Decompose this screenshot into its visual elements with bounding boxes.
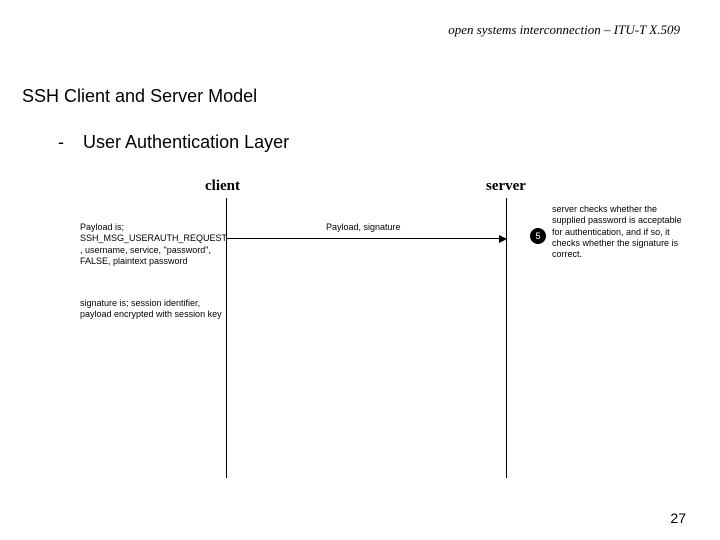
server-label: server (486, 178, 526, 195)
server-note: server checks whether the supplied passw… (552, 204, 692, 260)
header-text: open systems interconnection – ITU-T X.5… (448, 22, 680, 38)
bullet-dash: - (58, 132, 78, 153)
subtitle-row: - User Authentication Layer (58, 132, 289, 153)
client-payload-note: Payload is; SSH_MSG_USERAUTH_REQUEST , u… (80, 222, 225, 267)
page-number: 27 (670, 510, 686, 526)
message-label: Payload, signature (326, 222, 401, 232)
client-label: client (205, 178, 240, 195)
slide-title: SSH Client and Server Model (22, 86, 257, 107)
step-badge: 5 (530, 228, 546, 244)
client-signature-note: signature is; session identifier, payloa… (80, 298, 225, 321)
message-arrow (226, 238, 506, 239)
subtitle-text: User Authentication Layer (83, 132, 289, 152)
